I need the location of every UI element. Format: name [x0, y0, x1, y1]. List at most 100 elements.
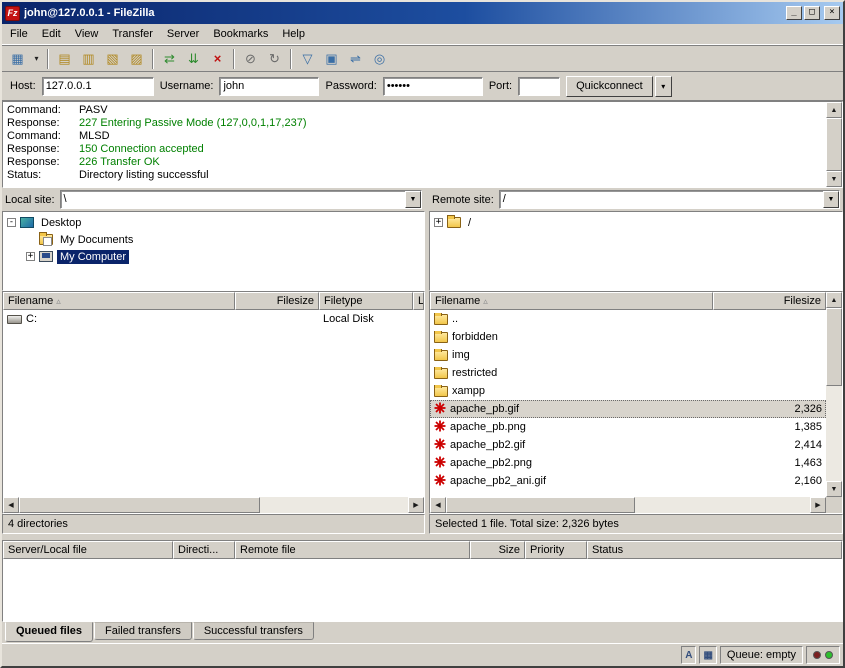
- filter-button[interactable]: ▽: [296, 48, 319, 70]
- scrollbar-thumb[interactable]: [446, 497, 635, 513]
- combo-dropdown-icon[interactable]: [823, 191, 839, 208]
- column-header-filename[interactable]: Filename▵: [3, 292, 235, 310]
- menu-transfer[interactable]: Transfer: [105, 24, 160, 44]
- scroll-up-icon[interactable]: [826, 292, 842, 308]
- menu-bookmarks[interactable]: Bookmarks: [206, 24, 275, 44]
- scrollbar-track[interactable]: [446, 497, 810, 513]
- scrollbar-thumb[interactable]: [19, 497, 260, 513]
- column-header-last-modified[interactable]: L: [413, 292, 424, 310]
- local-tree-icon: ▥: [82, 52, 94, 65]
- tab-failed-transfers[interactable]: Failed transfers: [94, 622, 192, 640]
- maximize-button[interactable]: □: [804, 6, 820, 20]
- log-scrollbar[interactable]: [826, 102, 842, 187]
- menu-edit[interactable]: Edit: [35, 24, 68, 44]
- tab-queued-files[interactable]: Queued files: [5, 622, 93, 642]
- find-files-icon: ◎: [374, 52, 385, 65]
- minimize-button[interactable]: _: [786, 6, 802, 20]
- site-manager-button[interactable]: ▦: [6, 48, 29, 70]
- scrollbar-thumb[interactable]: [826, 308, 842, 386]
- remote-vertical-scrollbar[interactable]: [826, 292, 842, 513]
- file-row[interactable]: img: [430, 346, 826, 364]
- column-header-direction[interactable]: Directi...: [173, 541, 235, 559]
- menu-view[interactable]: View: [68, 24, 106, 44]
- scroll-down-icon[interactable]: [826, 481, 842, 497]
- file-row[interactable]: restricted: [430, 364, 826, 382]
- host-input[interactable]: [42, 77, 154, 96]
- column-header-filetype[interactable]: Filetype: [319, 292, 413, 310]
- scrollbar-track[interactable]: [826, 118, 842, 171]
- file-row[interactable]: xampp: [430, 382, 826, 400]
- scroll-down-icon[interactable]: [826, 171, 842, 187]
- log-line: Status: Directory listing successful: [7, 169, 822, 182]
- file-row[interactable]: apache_pb2_ani.gif 2,160: [430, 472, 826, 490]
- username-input[interactable]: [219, 77, 319, 96]
- expand-icon[interactable]: +: [26, 252, 35, 261]
- remote-tree-toggle-button[interactable]: ▧: [101, 48, 124, 70]
- expand-icon[interactable]: +: [434, 218, 443, 227]
- speed-limits-icon[interactable]: ▦: [699, 646, 716, 664]
- file-row[interactable]: C: Local Disk: [3, 310, 424, 328]
- transfer-type-icon[interactable]: A: [681, 646, 696, 664]
- remote-pane: Remote site: / + / Filename▵ Filesize: [429, 188, 843, 534]
- local-tree-toggle-button[interactable]: ▥: [77, 48, 100, 70]
- quickconnect-button[interactable]: Quickconnect: [566, 76, 653, 97]
- transfer-queue-toggle-button[interactable]: ▨: [125, 48, 148, 70]
- filename-text: apache_pb2.gif: [450, 439, 525, 451]
- scroll-up-icon[interactable]: [826, 102, 842, 118]
- column-header-status[interactable]: Status: [587, 541, 842, 559]
- column-header-server-local-file[interactable]: Server/Local file: [3, 541, 173, 559]
- column-header-size[interactable]: Size: [470, 541, 525, 559]
- menu-server[interactable]: Server: [160, 24, 206, 44]
- find-files-button[interactable]: ◎: [368, 48, 391, 70]
- local-horizontal-scrollbar[interactable]: [3, 497, 424, 513]
- menu-file[interactable]: File: [3, 24, 35, 44]
- column-header-filesize[interactable]: Filesize: [235, 292, 319, 310]
- scroll-left-icon[interactable]: [3, 497, 19, 513]
- scrollbar-thumb[interactable]: [826, 118, 842, 171]
- tree-item-my-computer[interactable]: + My Computer: [4, 248, 423, 265]
- file-row[interactable]: apache_pb.gif 2,326: [430, 400, 826, 418]
- remote-site-combo[interactable]: /: [499, 190, 840, 209]
- filename-cell: apache_pb.png: [430, 420, 713, 435]
- filename-cell: xampp: [430, 385, 713, 397]
- process-queue-button[interactable]: ⇊: [182, 48, 205, 70]
- file-row[interactable]: forbidden: [430, 328, 826, 346]
- quickconnect-dropdown[interactable]: ▾: [655, 76, 672, 97]
- disconnect-button[interactable]: ⊘: [239, 48, 262, 70]
- file-row[interactable]: ..: [430, 310, 826, 328]
- menu-help[interactable]: Help: [275, 24, 312, 44]
- close-button[interactable]: ×: [824, 6, 840, 20]
- column-header-priority[interactable]: Priority: [525, 541, 587, 559]
- file-row[interactable]: apache_pb2.gif 2,414: [430, 436, 826, 454]
- tree-item-desktop[interactable]: - Desktop: [4, 214, 423, 231]
- scroll-right-icon[interactable]: [810, 497, 826, 513]
- password-label: Password:: [325, 80, 376, 92]
- reconnect-button[interactable]: ↻: [263, 48, 286, 70]
- port-input[interactable]: [518, 77, 560, 96]
- combo-dropdown-icon[interactable]: [405, 191, 421, 208]
- tab-successful-transfers[interactable]: Successful transfers: [193, 622, 314, 640]
- file-row[interactable]: apache_pb.png 1,385: [430, 418, 826, 436]
- directory-compare-button[interactable]: ▣: [320, 48, 343, 70]
- scrollbar-track[interactable]: [826, 308, 842, 481]
- synchronized-browsing-button[interactable]: ⇌: [344, 48, 367, 70]
- password-input[interactable]: [383, 77, 483, 96]
- file-row[interactable]: apache_pb2.png 1,463: [430, 454, 826, 472]
- local-site-combo[interactable]: \: [60, 190, 422, 209]
- scrollbar-track[interactable]: [19, 497, 408, 513]
- site-manager-dropdown[interactable]: ▾: [30, 48, 43, 70]
- refresh-button[interactable]: ⇄: [158, 48, 181, 70]
- quickconnect-bar: Host: Username: Password: Port: Quickcon…: [2, 72, 843, 101]
- tree-item-root[interactable]: + /: [431, 214, 841, 231]
- column-header-remote-file[interactable]: Remote file: [235, 541, 470, 559]
- log-message: 227 Entering Passive Mode (127,0,0,1,17,…: [79, 117, 306, 130]
- message-log-toggle-button[interactable]: ▤: [53, 48, 76, 70]
- scroll-left-icon[interactable]: [430, 497, 446, 513]
- collapse-icon[interactable]: -: [7, 218, 16, 227]
- remote-horizontal-scrollbar[interactable]: [430, 497, 826, 513]
- column-header-filesize[interactable]: Filesize: [713, 292, 826, 310]
- cancel-button[interactable]: ×: [206, 48, 229, 70]
- scroll-right-icon[interactable]: [408, 497, 424, 513]
- tree-item-my-documents[interactable]: My Documents: [4, 231, 423, 248]
- column-header-filename[interactable]: Filename▵: [430, 292, 713, 310]
